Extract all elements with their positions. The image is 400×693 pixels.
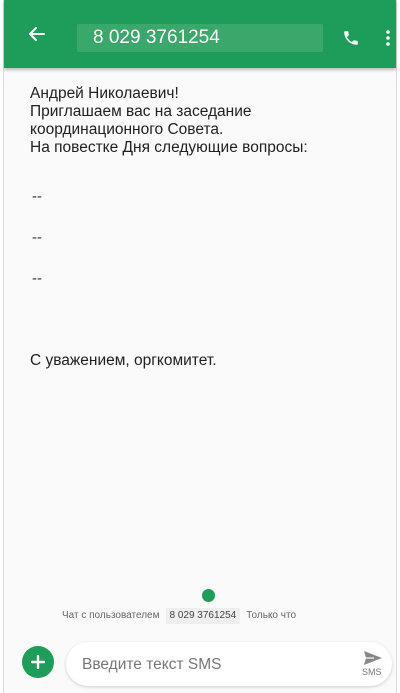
more-vert-icon [386,30,390,46]
plus-icon [31,655,45,669]
contact-avatar-icon [202,589,215,602]
app-bar: 8 029 3761254 [4,0,396,68]
message-body: Андрей Николаевич! Приглашаем вас на зас… [30,85,380,157]
send-button[interactable]: SMS [358,646,388,682]
message-signature: С уважением, оргкомитет. [30,352,217,369]
send-label: SMS [362,667,382,677]
agenda-item: -- [32,188,42,205]
more-options-button[interactable] [382,28,394,48]
call-button[interactable] [340,27,362,49]
message-line: Андрей Николаевич! [30,85,179,102]
sms-input-container: SMS [66,642,392,686]
chat-info-prefix: Чат с пользователем [62,610,160,621]
chat-info-number: 8 029 3761254 [165,608,241,624]
compose-bar: SMS [4,634,396,693]
arrow-left-icon [29,27,45,41]
chat-info: Чат с пользователем 8 029 3761254 Только… [62,608,296,624]
contact-number: 8 029 3761254 [93,27,220,48]
back-button[interactable] [22,22,52,46]
contact-title-field[interactable]: 8 029 3761254 [77,24,323,52]
chat-info-time: Только что [246,610,297,621]
phone-icon [344,31,358,45]
message-line: На повестке Дня следующие вопросы: [30,139,308,156]
message-line: координационного Совета. [30,121,224,138]
message-line: Приглашаем вас на заседание [30,103,252,120]
messaging-app: 8 029 3761254 Андрей Николаевич! Приглаш… [3,0,397,693]
agenda-item: -- [32,229,42,246]
sms-input[interactable] [80,652,334,678]
send-icon [364,651,382,665]
attach-button[interactable] [22,646,54,678]
agenda-item: -- [32,270,42,287]
